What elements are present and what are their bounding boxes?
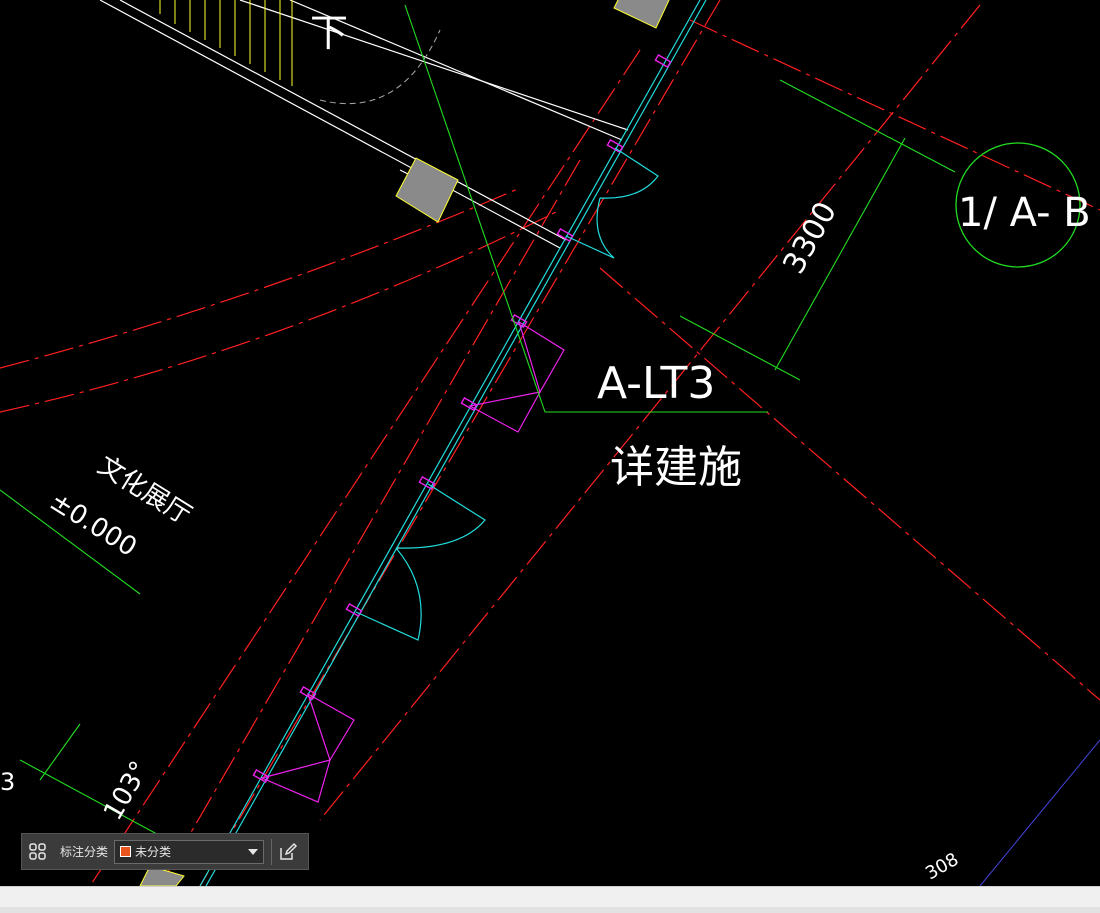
windows — [260, 320, 565, 803]
annotation-category-label: 标注分类 — [60, 845, 109, 859]
tag-code: A-LT3 — [597, 358, 715, 409]
dimension-label: 3300 — [776, 196, 844, 280]
edit-pencil-icon[interactable] — [272, 834, 304, 869]
stair-walls — [99, 0, 629, 249]
annotation-category-select[interactable]: 未分类 — [114, 839, 265, 864]
annotation-toolbar: 标注分类 未分类 — [21, 833, 309, 870]
left-edge-label: 3 — [0, 768, 15, 796]
columns — [139, 0, 670, 886]
status-bar — [0, 886, 1100, 913]
angle-label: 103° — [98, 756, 155, 825]
tag-note: 详建施 — [610, 442, 742, 493]
dimension-lines — [0, 79, 956, 841]
tag-leader — [404, 4, 768, 413]
horizontal-scrollbar[interactable] — [0, 907, 1100, 913]
cad-drawing-area[interactable]: 下 1/ A- B 3300 A-LT3 详建施 文化展厅 ±0.000 103… — [0, 0, 1100, 886]
axis-bubble-label: 1/ A- B — [958, 190, 1091, 236]
grid-four-icon[interactable] — [22, 834, 54, 869]
category-selected-value: 未分类 — [135, 845, 172, 859]
chevron-down-icon — [248, 848, 259, 855]
axis-lines — [0, 0, 1100, 886]
cad-canvas[interactable]: 下 1/ A- B 3300 A-LT3 详建施 文化展厅 ±0.000 103… — [0, 0, 1100, 886]
edit-pencil-icon-svg — [280, 842, 298, 860]
stair-down-label: 下 — [310, 11, 348, 55]
grid-four-icon-svg — [29, 842, 46, 860]
elevation-label: ±0.000 — [44, 486, 141, 562]
bottom-right-label: 308 — [922, 849, 962, 884]
blue-edge-line — [979, 739, 1100, 886]
category-color-swatch — [120, 846, 132, 857]
